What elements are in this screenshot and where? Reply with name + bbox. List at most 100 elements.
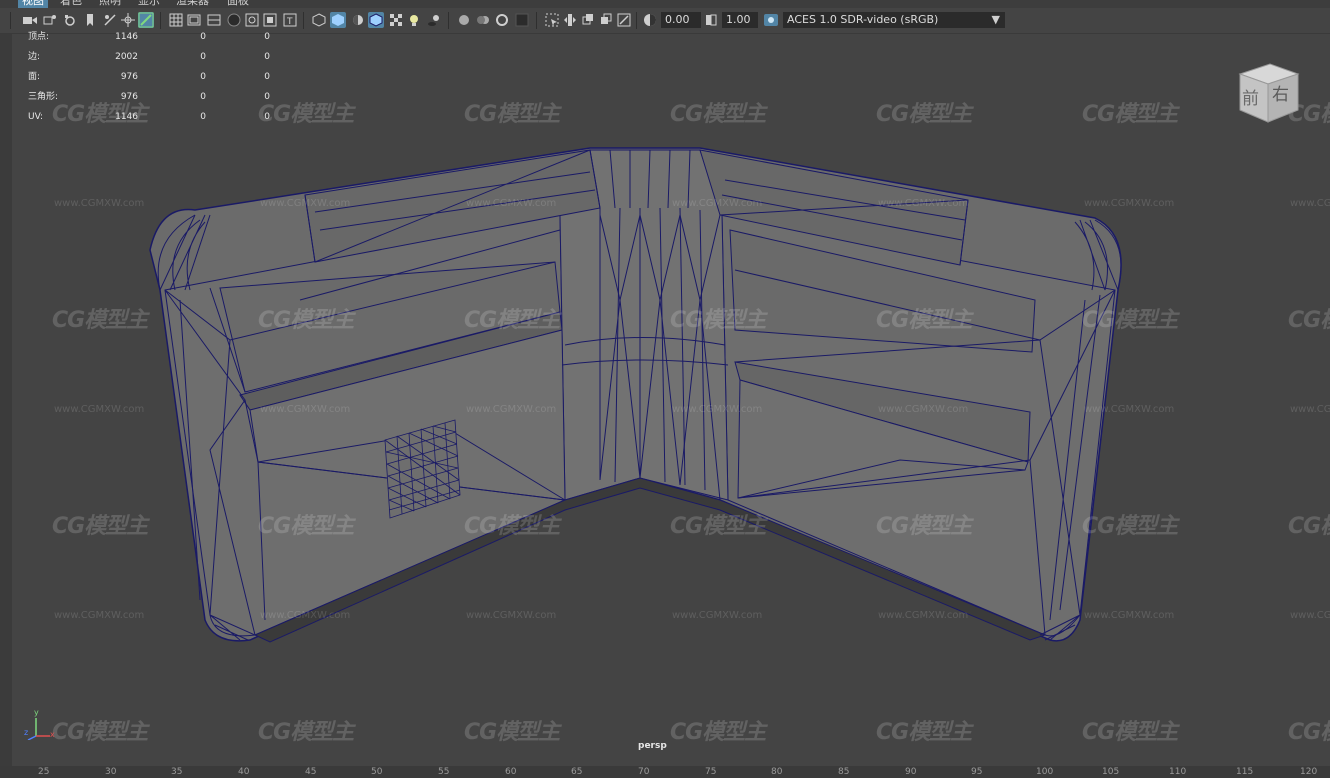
perspective-viewport[interactable]: CG模型主 CG模型主 CG模型主 CG模型主 CG模型主 CG模型主 CG模型… xyxy=(12,34,1330,766)
axis-z-label: z xyxy=(24,728,29,737)
watermark-url: www.CGMXW.com xyxy=(260,610,351,621)
menu-panels[interactable]: 面板 xyxy=(223,0,253,8)
view-cube-front-label[interactable]: 前 xyxy=(1242,84,1259,109)
ruler-tick: 65 xyxy=(571,767,583,777)
anti-aliasing-icon[interactable] xyxy=(494,12,510,28)
hud-value: 0 xyxy=(264,92,270,102)
view-cube[interactable]: 前 右 xyxy=(1236,60,1302,124)
hud-label: 三角形: xyxy=(28,92,59,102)
axis-x-label: x xyxy=(50,730,55,739)
wireframe-icon[interactable] xyxy=(311,12,327,28)
axis-gizmo: y x z xyxy=(24,708,56,741)
menu-show[interactable]: 显示 xyxy=(134,0,164,8)
resolution-gate-icon[interactable] xyxy=(206,12,222,28)
ruler-tick: 90 xyxy=(905,767,917,777)
grease-pencil-icon[interactable] xyxy=(138,12,154,28)
exposure-field[interactable]: 0.00 xyxy=(661,12,701,28)
watermark-logo: CG模型主 xyxy=(464,102,560,127)
watermark-logo: CG模型主 xyxy=(464,514,560,539)
color-space-dropdown[interactable]: ACES 1.0 SDR-video (sRGB) ▼ xyxy=(783,12,1005,28)
menu-lighting[interactable]: 照明 xyxy=(95,0,125,8)
two-d-pan-zoom-icon[interactable] xyxy=(120,12,136,28)
watermark-logo: CG模型主 xyxy=(52,308,148,333)
ruler-tick: 45 xyxy=(305,767,317,777)
hud-value: 0 xyxy=(200,32,206,42)
screen-space-ao-icon[interactable] xyxy=(456,12,472,28)
hud-value: 0 xyxy=(264,52,270,62)
gate-mask-icon[interactable] xyxy=(226,12,242,28)
bookmark-icon[interactable] xyxy=(82,12,98,28)
gamma-icon[interactable] xyxy=(703,12,719,28)
ruler-tick: 85 xyxy=(838,767,850,777)
wireframe-on-shaded-icon[interactable] xyxy=(368,12,384,28)
watermark-url: www.CGMXW.com xyxy=(466,404,557,415)
hud-label: UV: xyxy=(28,112,44,122)
use-all-lights-icon[interactable] xyxy=(406,12,422,28)
hud-value: 0 xyxy=(264,112,270,122)
watermark-logo: CG模型主 xyxy=(670,514,766,539)
watermark-logo: CG模型主 xyxy=(464,308,560,333)
view-cube-right-label[interactable]: 右 xyxy=(1272,80,1289,105)
select-camera-icon[interactable] xyxy=(22,12,38,28)
view-transform-icon[interactable] xyxy=(763,12,779,28)
bookmark-camera-icon[interactable] xyxy=(62,12,78,28)
camera-attributes-icon[interactable] xyxy=(42,12,58,28)
ruler-tick: 60 xyxy=(505,767,517,777)
ruler-tick: 70 xyxy=(638,767,650,777)
menu-shading[interactable]: 着色 xyxy=(56,0,86,8)
watermark-url: www.CGMXW.com xyxy=(672,610,763,621)
menu-view[interactable]: 视图 xyxy=(18,0,48,8)
watermark-url: www.CGMXW.com xyxy=(878,198,969,209)
xray-active-components-icon[interactable] xyxy=(598,12,614,28)
ruler-tick: 100 xyxy=(1036,767,1054,777)
use-default-material-icon[interactable] xyxy=(350,12,366,28)
smooth-shade-all-icon[interactable] xyxy=(330,12,346,28)
hud-value: 0 xyxy=(200,52,206,62)
watermark-logo: CG模型主 xyxy=(1288,514,1330,539)
grid-icon[interactable] xyxy=(168,12,184,28)
watermark-logo: CG模型主 xyxy=(670,102,766,127)
toolbar-separator xyxy=(303,12,304,29)
watermark-logo: CG模型主 xyxy=(1082,102,1178,127)
watermark-logo: CG模型主 xyxy=(1082,720,1178,745)
watermark-logo: CG模型主 xyxy=(258,720,354,745)
hud-value: 0 xyxy=(264,72,270,82)
textured-icon[interactable] xyxy=(388,12,404,28)
menu-renderer[interactable]: 渲染器 xyxy=(172,0,213,8)
ruler-tick: 105 xyxy=(1102,767,1120,777)
watermark-logo: CG模型主 xyxy=(1082,308,1178,333)
shadows-icon[interactable] xyxy=(426,12,442,28)
watermark-url: www.CGMXW.com xyxy=(260,404,351,415)
watermark-url: www.CGMXW.com xyxy=(466,610,557,621)
isolate-select-icon[interactable] xyxy=(544,12,560,28)
backface-culling-icon[interactable] xyxy=(616,12,632,28)
hud-label: 顶点: xyxy=(28,32,50,42)
toolbar-separator xyxy=(10,12,11,29)
ruler-tick: 35 xyxy=(171,767,183,777)
wallet-wireframe-mesh xyxy=(149,147,1122,643)
watermark-logo: CG模型主 xyxy=(1082,514,1178,539)
watermark-logo: CG模型主 xyxy=(876,102,972,127)
ruler-tick: 110 xyxy=(1169,767,1187,777)
panel-left-edge xyxy=(0,34,12,766)
gamma-field[interactable]: 1.00 xyxy=(722,12,758,28)
toolbar-separator xyxy=(536,12,537,29)
watermark-logo: CG模型主 xyxy=(670,308,766,333)
xray-icon[interactable] xyxy=(562,12,578,28)
watermark-logo: CG模型主 xyxy=(258,102,354,127)
safe-title-icon[interactable]: T xyxy=(282,12,298,28)
xray-joints-icon[interactable] xyxy=(580,12,596,28)
axis-y-label: y xyxy=(34,708,39,717)
toolbar-separator xyxy=(636,12,637,29)
safe-action-icon[interactable] xyxy=(262,12,278,28)
hud-value: 0 xyxy=(264,32,270,42)
depth-of-field-icon[interactable] xyxy=(514,12,530,28)
time-slider-ruler[interactable]: 25 30 35 40 45 50 55 60 65 70 75 80 85 9… xyxy=(0,766,1330,778)
field-chart-icon[interactable] xyxy=(244,12,260,28)
exposure-icon[interactable] xyxy=(642,12,658,28)
hud-value: 0 xyxy=(200,112,206,122)
svg-text:T: T xyxy=(286,17,293,27)
image-plane-icon[interactable] xyxy=(102,12,118,28)
motion-blur-icon[interactable] xyxy=(476,12,492,28)
film-gate-icon[interactable] xyxy=(186,12,202,28)
